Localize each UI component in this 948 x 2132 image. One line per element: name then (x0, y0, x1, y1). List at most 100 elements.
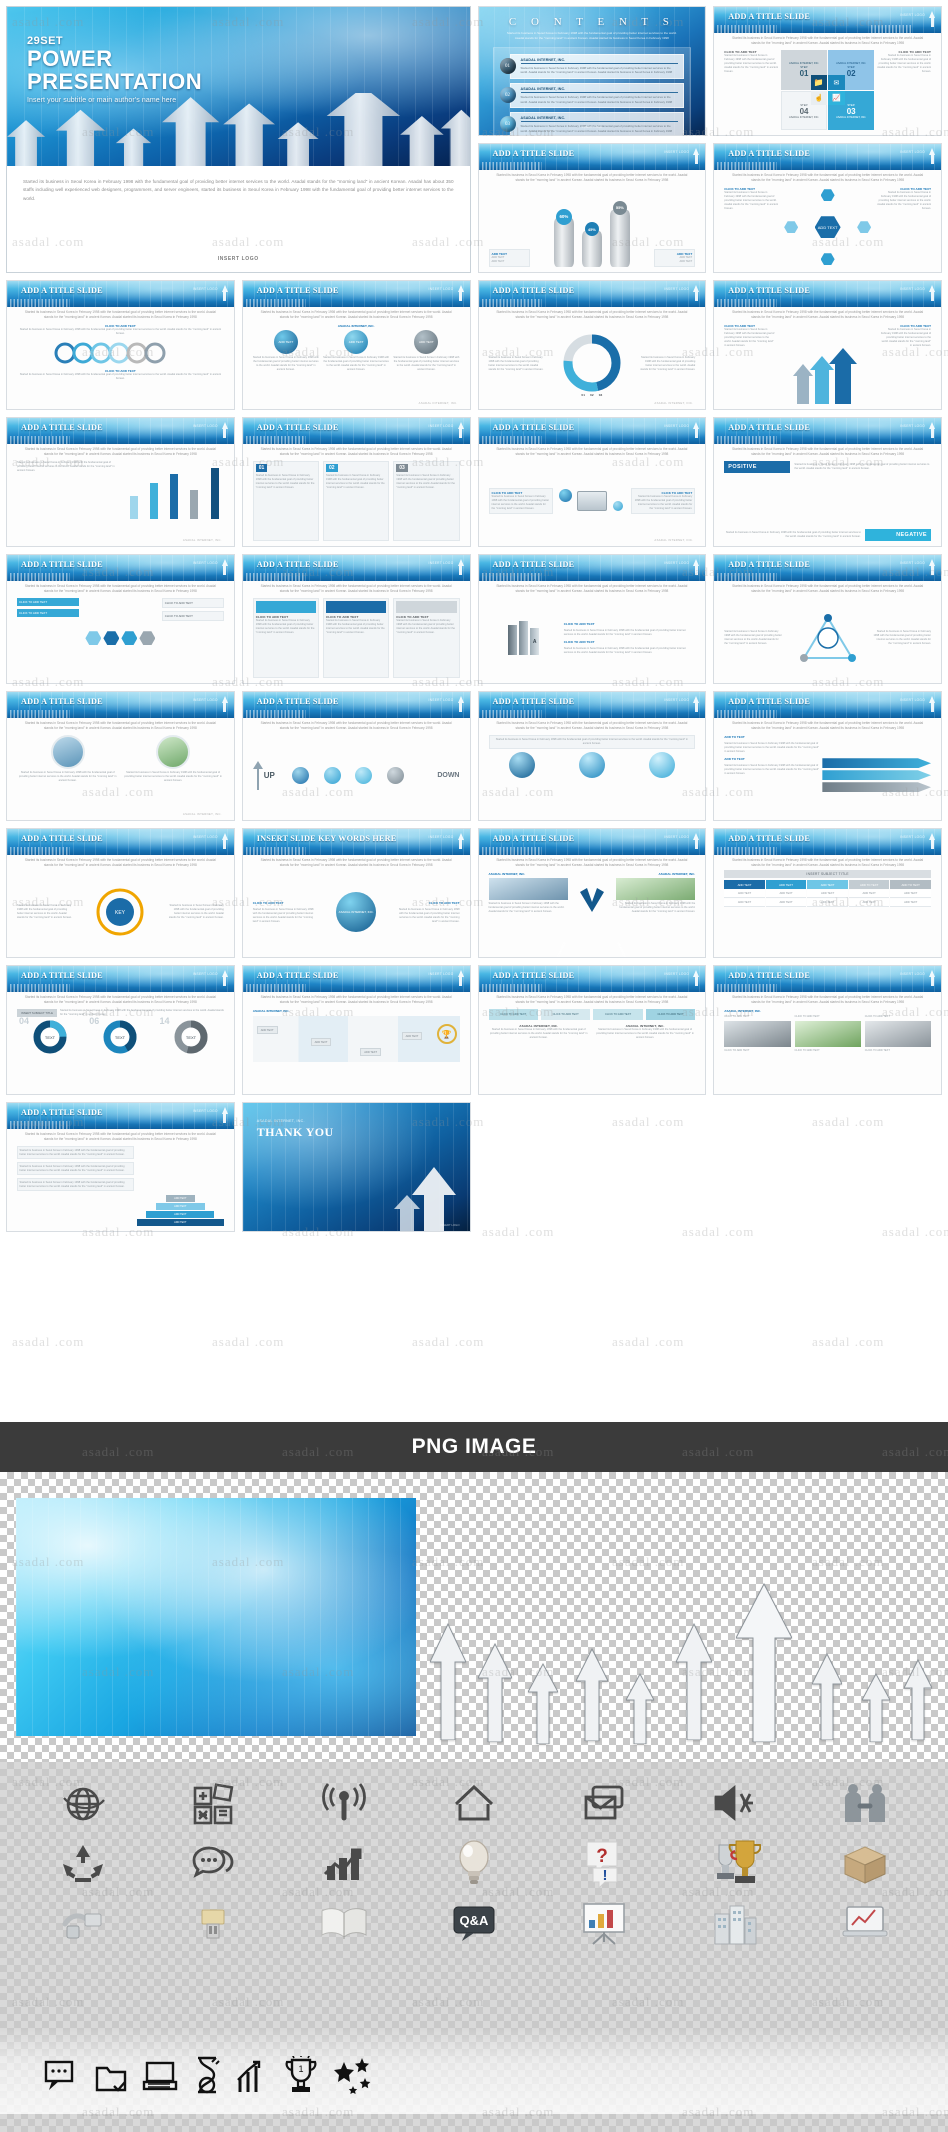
slide-cell[interactable]: ASADAL INTERNET, INC. THANK YOU INSERT L… (241, 1102, 471, 1232)
slide-thumbnail-steps4[interactable]: ADD A TITLE SLIDE INSERT LOGO Started it… (713, 6, 942, 136)
slide-thumbnail-strength-weakness[interactable]: ADD A TITLE SLIDE INSERT LOGO Started it… (477, 828, 707, 958)
slide-thumbnail-thankyou[interactable]: ASADAL INTERNET, INC. THANK YOU INSERT L… (241, 1102, 471, 1232)
slide-thumbnail-barchart[interactable]: ADD A TITLE SLIDE INSERT LOGO Started it… (6, 417, 235, 547)
skyline-decoration (245, 436, 306, 444)
slide-thumbnail-triangle[interactable]: ADD A TITLE SLIDE INSERT LOGO Started it… (713, 554, 942, 684)
slide-cell[interactable]: ADD A TITLE SLIDE INSERT LOGO Started it… (241, 554, 471, 684)
slide-cell[interactable]: ADD A TITLE SLIDE INSERT LOGO Started it… (713, 6, 942, 136)
slide-description: Started its business in Seoul Korea in F… (24, 584, 216, 594)
step-number: 01 (799, 69, 809, 78)
slide-cell[interactable]: ADD A TITLE SLIDE INSERT LOGO Started it… (713, 417, 942, 547)
hero-cell[interactable]: 29SET POWER PRESENTATION Insert your sub… (6, 6, 471, 273)
contents-item-heading: ASADAL INTERNET, INC. (520, 115, 566, 120)
insert-logo-label: INSERT LOGO (192, 424, 218, 428)
slide-thumbnail-keywheel[interactable]: ADD A TITLE SLIDE INSERT LOGO Started it… (6, 828, 235, 958)
hero-title-line1: POWER (27, 46, 113, 72)
donut-index: 04 (19, 1016, 30, 1027)
slide-thumbnail-hexgrid[interactable]: ADD A TITLE SLIDE INSERT LOGO Started it… (6, 554, 235, 684)
slide-thumbnail-threecard[interactable]: ADD A TITLE SLIDE INSERT LOGO Started it… (241, 417, 471, 547)
contents-item[interactable]: 03 ASADAL INTERNET, INC. Started its bus… (499, 111, 685, 135)
slide-cell[interactable]: ADD A TITLE SLIDE INSERT LOGO Started it… (477, 143, 707, 273)
pyramid-level: ADD TEXT (136, 1219, 224, 1227)
slide-cell[interactable]: ADD A TITLE SLIDE INSERT LOGO Started it… (6, 417, 235, 547)
slide-cell[interactable]: ADD A TITLE SLIDE INSERT LOGO Started it… (241, 417, 471, 547)
table-header-cell: ADD TEXT (807, 880, 848, 890)
slide-thumbnail-hexcluster[interactable]: ADD A TITLE SLIDE INSERT LOGO Started it… (713, 143, 942, 273)
slide-thumbnail-ribbon[interactable]: ADD A TITLE SLIDE INSERT LOGO Started it… (713, 691, 942, 821)
slide-cell[interactable]: ADD A TITLE SLIDE INSERT LOGO Started it… (477, 554, 707, 684)
slide-cell[interactable]: ADD A TITLE SLIDE INSERT LOGO Started it… (241, 691, 471, 821)
slide-cell[interactable]: ADD A TITLE SLIDE INSERT LOGO Started it… (477, 965, 707, 1095)
circle-icon: ADD TEXT (344, 330, 369, 355)
slide-thumbnail-table[interactable]: ADD A TITLE SLIDE INSERT LOGO Started it… (713, 828, 942, 958)
hero-insert-logo: INSERT LOGO (217, 256, 259, 262)
slide-cell[interactable]: ADD A TITLE SLIDE INSERT LOGO Started it… (713, 965, 942, 1095)
insert-logo-label: INSERT LOGO (664, 698, 690, 702)
trophy-icon: 🏆 (436, 1024, 457, 1045)
skyline-decoration (245, 847, 306, 855)
slide-thumbnail-cylinders[interactable]: ADD A TITLE SLIDE INSERT LOGO Started it… (477, 143, 707, 273)
sphere (649, 752, 676, 779)
slide-cell[interactable]: ADD A TITLE SLIDE INSERT LOGO Started it… (477, 280, 707, 410)
table-header-cell: ADD TO TEXT (848, 880, 890, 890)
slide-thumbnail-pyramid[interactable]: ADD A TITLE SLIDE INSERT LOGO Started it… (6, 1102, 235, 1232)
slide-title: ADD A TITLE SLIDE (21, 423, 103, 432)
slide-th umbnail-donuts3[interactable]: ADD A TITLE SLIDE INSERT LOGO Started it… (6, 965, 235, 1095)
slide-cell[interactable]: ADD A TITLE SLIDE INSERT LOGO Started it… (241, 965, 471, 1095)
body-text: Started its business in Seoul Korea in F… (252, 356, 319, 372)
insert-logo-label: INSERT LOGO (664, 424, 690, 428)
contents-cell[interactable]: C O N T E N T S Started its business in … (477, 6, 707, 136)
slide-thumbnail-timeline[interactable]: ADD A TITLE SLIDE INSERT LOGO Started it… (241, 965, 471, 1095)
slide-thumbnail-chainlink[interactable]: ADD A TITLE SLIDE INSERT LOGO Started it… (6, 280, 235, 410)
slide-thumbnail-devices[interactable]: ADD A TITLE SLIDE INSERT LOGO Started it… (477, 417, 707, 547)
slide-thumbnail-arrowsup[interactable]: ADD A TITLE SLIDE INSERT LOGO Started it… (713, 280, 942, 410)
chat-bubbles-icon (150, 1836, 276, 1890)
slide-cell[interactable]: ADD A TITLE SLIDE INSERT LOGO Started it… (6, 280, 235, 410)
slide-thumbnail-photos3[interactable]: ADD A TITLE SLIDE INSERT LOGO Started it… (713, 965, 942, 1095)
slide-cell[interactable]: ADD A TITLE SLIDE INSERT LOGO Started it… (6, 691, 235, 821)
slide-header: ADD A TITLE SLIDE INSERT LOGO (478, 555, 706, 581)
slide-description: Started its business in Seoul Korea in F… (24, 721, 216, 731)
slide-cell[interactable]: ADD A TITLE SLIDE INSERT LOGO Started it… (713, 554, 942, 684)
slide-cell[interactable]: ADD A TITLE SLIDE INSERT LOGO Started it… (241, 280, 471, 410)
contents-item[interactable]: 02 ASADAL INTERNET, INC. Started its bus… (499, 82, 685, 108)
slide-cell[interactable]: ADD A TITLE SLIDE INSERT LOGO Started it… (6, 965, 235, 1095)
body-text: Started its business in Seoul Korea in F… (724, 742, 820, 754)
slide-thumbnail-bigdonut[interactable]: ADD A TITLE SLIDE INSERT LOGO Started it… (477, 280, 707, 410)
slide-cell[interactable]: INSERT SLIDE KEY WORDS HERE INSERT LOGO … (241, 828, 471, 958)
slide-cell[interactable]: ADD A TITLE SLIDE INSERT LOGO Started it… (477, 828, 707, 958)
slide-cell[interactable]: ADD A TITLE SLIDE INSERT LOGO Started it… (477, 417, 707, 547)
contents-item[interactable]: 01 ASADAL INTERNET, INC. Started its bus… (499, 53, 685, 79)
sphere (578, 752, 605, 779)
arrow-icon (693, 970, 700, 986)
slide-cell[interactable]: ADD A TITLE SLIDE INSERT LOGO Started it… (6, 1102, 235, 1232)
slide-thumbnail-books[interactable]: ADD A TITLE SLIDE INSERT LOGO Started it… (477, 554, 707, 684)
slide-thumbnail-hero[interactable]: 29SET POWER PRESENTATION Insert your sub… (6, 6, 471, 273)
question-mark-icon: ? ! (541, 1836, 667, 1890)
slide-thumbnail-posneg[interactable]: ADD A TITLE SLIDE INSERT LOGO Started it… (713, 417, 942, 547)
slide-cell[interactable]: ADD A TITLE SLIDE INSERT LOGO Started it… (477, 691, 707, 821)
slide-thumbnail-speech[interactable]: ADD A TITLE SLIDE INSERT LOGO Started it… (477, 965, 707, 1095)
body-text: Started its business in Seoul Korea in F… (19, 1148, 125, 1156)
slide-thumbnail-threepanel[interactable]: ADD A TITLE SLIDE INSERT LOGO Started it… (241, 554, 471, 684)
laptop-chart-icon (802, 1896, 928, 1950)
slide-thumbnail-contents[interactable]: C O N T E N T S Started its business in … (477, 6, 707, 136)
slide-header: ADD A TITLE SLIDE INSERT LOGO (478, 144, 706, 170)
skyline-decoration (481, 299, 542, 307)
slide-cell[interactable]: ADD A TITLE SLIDE INSERT LOGO Started it… (713, 143, 942, 273)
slide-thumbnail-threecircle[interactable]: ADD A TITLE SLIDE INSERT LOGO Started it… (241, 280, 471, 410)
contents-item-body: Started its business in Seoul Korea in F… (520, 95, 673, 104)
slide-cell[interactable]: ADD A TITLE SLIDE INSERT LOGO Started it… (713, 691, 942, 821)
insert-logo-label: INSERT LOGO (192, 835, 218, 839)
body-text: Started its business in Seoul Korea in F… (398, 907, 460, 923)
slide-cell[interactable]: ADD A TITLE SLIDE INSERT LOGO Started it… (6, 828, 235, 958)
slide-cell[interactable]: ADD A TITLE SLIDE INSERT LOGO Started it… (6, 554, 235, 684)
slide-cell[interactable]: ADD A TITLE SLIDE INSERT LOGO Started it… (713, 280, 942, 410)
slide-cell[interactable]: ADD A TITLE SLIDE INSERT LOGO Started it… (713, 828, 942, 958)
click-to-add-text-label: CLICK TO ADD TEXT (17, 598, 80, 607)
slide-thumbnail-twophoto[interactable]: ADD A TITLE SLIDE INSERT LOGO Started it… (6, 691, 235, 821)
slide-thumbnail-swot[interactable]: INSERT SLIDE KEY WORDS HERE INSERT LOGO … (241, 828, 471, 958)
slide-thumbnail-updown[interactable]: ADD A TITLE SLIDE INSERT LOGO Started it… (241, 691, 471, 821)
slide-thumbnail-spheres[interactable]: ADD A TITLE SLIDE INSERT LOGO Started it… (477, 691, 707, 821)
arrow-icon (457, 970, 464, 986)
